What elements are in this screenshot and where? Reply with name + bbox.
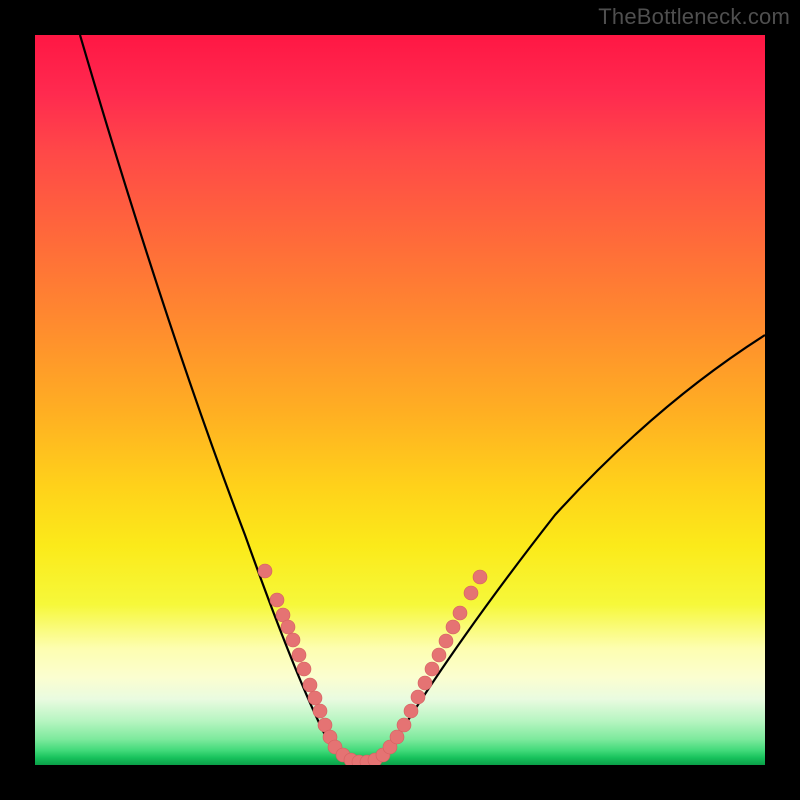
plot-area <box>35 35 765 765</box>
dot <box>411 690 425 704</box>
dot <box>297 662 311 676</box>
watermark-text: TheBottleneck.com <box>598 4 790 30</box>
dot <box>313 704 327 718</box>
dot <box>425 662 439 676</box>
dot <box>418 676 432 690</box>
dot <box>404 704 418 718</box>
dot <box>270 593 284 607</box>
dot <box>258 564 272 578</box>
dot <box>446 620 460 634</box>
chart-container: TheBottleneck.com <box>0 0 800 800</box>
dot <box>453 606 467 620</box>
dot <box>473 570 487 584</box>
dot <box>281 620 295 634</box>
dot <box>464 586 478 600</box>
dot <box>439 634 453 648</box>
dot <box>308 691 322 705</box>
curve-layer <box>35 35 765 765</box>
dot <box>432 648 446 662</box>
dot <box>286 633 300 647</box>
left-curve <box>80 35 360 763</box>
dot <box>397 718 411 732</box>
dot <box>292 648 306 662</box>
highlight-dots-group <box>258 564 487 765</box>
dot <box>390 730 404 744</box>
dot <box>303 678 317 692</box>
